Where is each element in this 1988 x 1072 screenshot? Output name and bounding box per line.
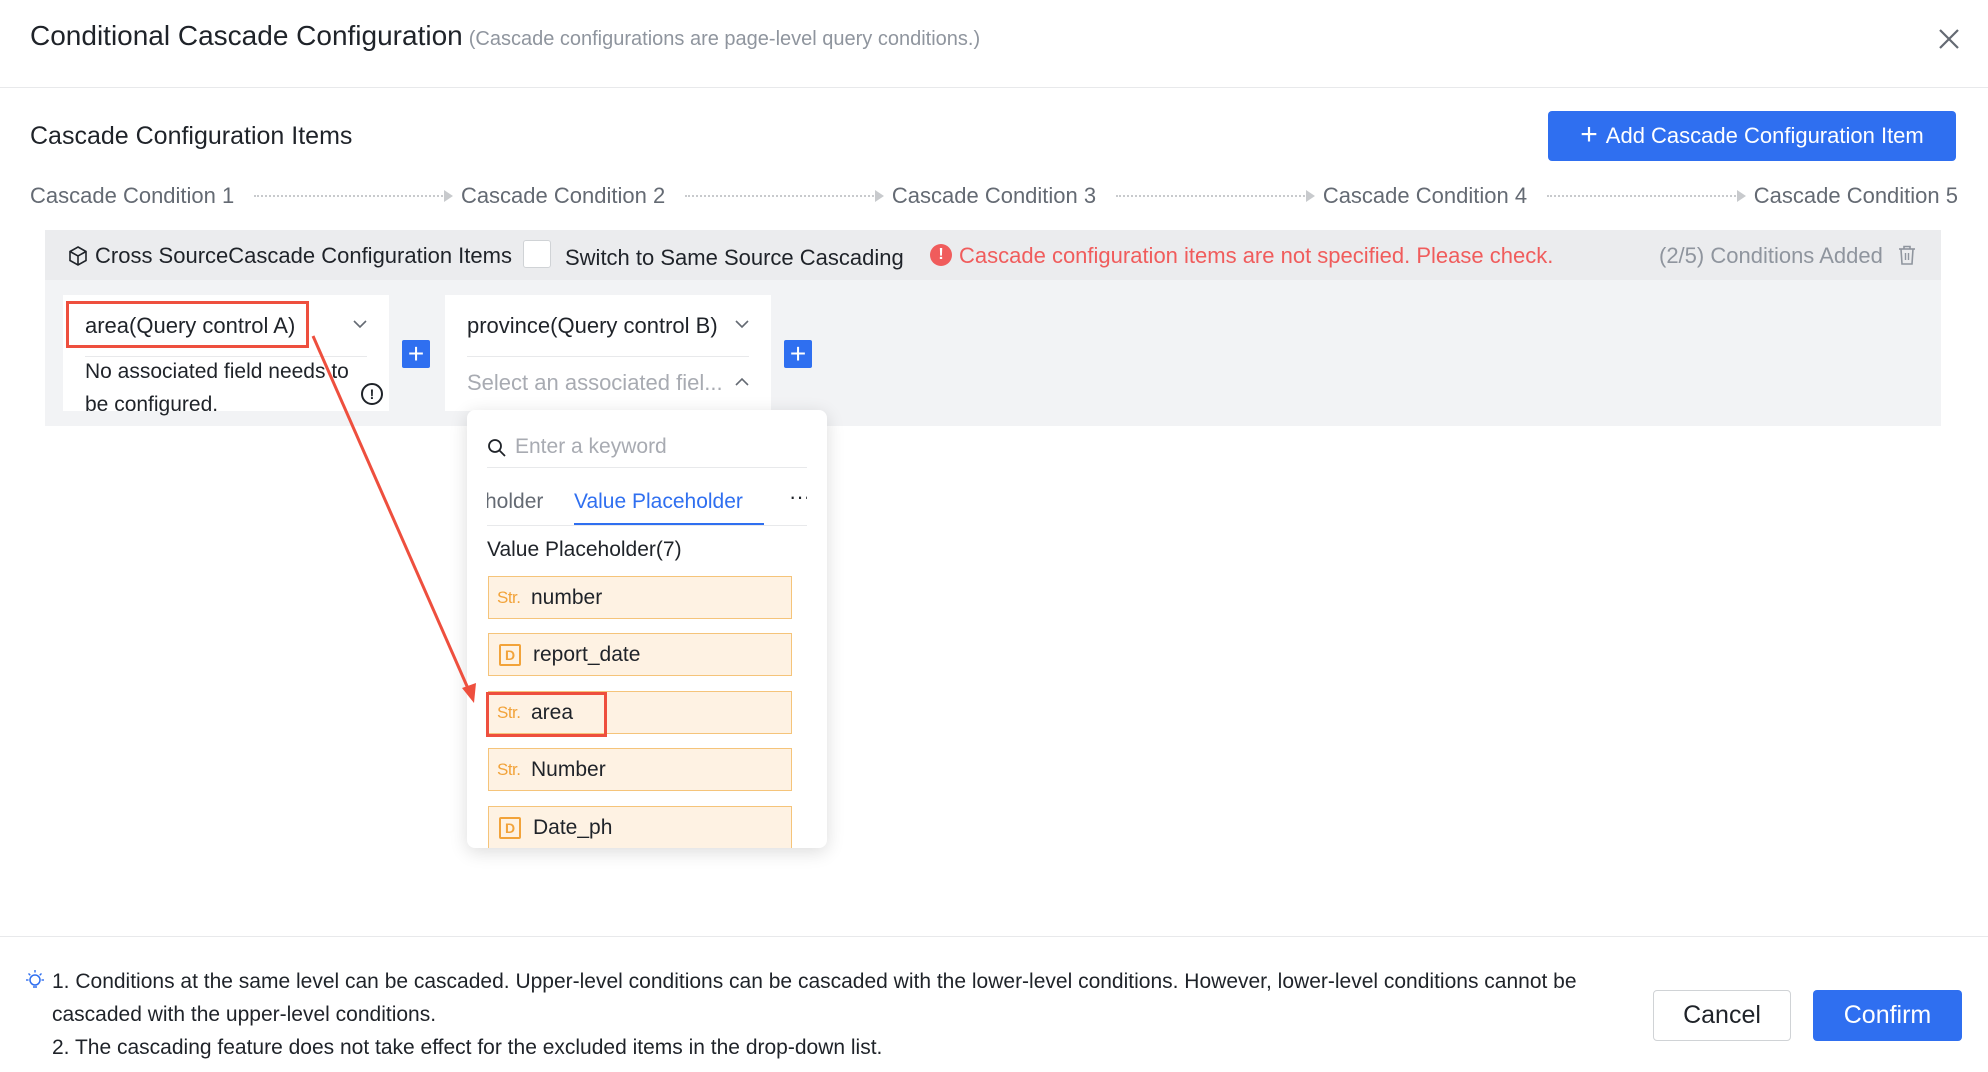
cancel-button[interactable]: Cancel <box>1653 990 1791 1041</box>
lightbulb-icon <box>26 970 44 988</box>
tips-text: 1. Conditions at the same level can be c… <box>52 965 1662 1064</box>
annotation-box-field <box>486 692 607 737</box>
cube-icon <box>69 246 87 266</box>
chevron-down-icon[interactable] <box>733 315 751 333</box>
string-type-icon: Str. <box>497 587 521 607</box>
annotation-box-control <box>66 301 309 348</box>
associated-field-select[interactable]: Select an associated fiel... <box>467 370 723 396</box>
chevron-down-icon[interactable] <box>351 315 369 333</box>
step-connector <box>1116 190 1315 202</box>
field-dropdown: holder Value Placeholder ··· Value Place… <box>467 410 827 848</box>
active-tab-indicator <box>574 523 764 525</box>
field-item[interactable]: Str. number <box>488 576 792 619</box>
date-type-icon: D <box>499 643 521 666</box>
keyword-search-input[interactable] <box>515 432 795 462</box>
dialog-header: Conditional Cascade Configuration (Cascad… <box>0 0 1988 88</box>
add-cascade-item-label: Add Cascade Configuration Item <box>1605 123 1924 148</box>
same-source-checkbox[interactable] <box>523 240 551 268</box>
add-condition-button[interactable]: + <box>784 340 812 368</box>
confirm-button[interactable]: Confirm <box>1813 990 1962 1041</box>
info-icon[interactable]: ! <box>361 383 383 405</box>
field-name: report_date <box>533 642 641 666</box>
more-tabs-button[interactable]: ··· <box>789 484 807 510</box>
step-1: Cascade Condition 1 <box>30 183 235 208</box>
step-5: Cascade Condition 5 <box>1753 183 1958 208</box>
add-cascade-item-button[interactable]: + Add Cascade Configuration Item <box>1548 111 1956 161</box>
cascade-config-panel: Cross SourceCascade Configuration Items … <box>45 230 1941 426</box>
section-title: Cascade Configuration Items <box>30 122 353 150</box>
plus-icon: + <box>789 338 807 369</box>
config-header: Cross SourceCascade Configuration Items … <box>45 230 1941 280</box>
step-4: Cascade Condition 4 <box>1322 183 1528 208</box>
card-divider <box>467 356 749 357</box>
query-control-select[interactable]: province(Query control B) <box>467 313 718 339</box>
field-name: Number <box>531 757 606 781</box>
conditions-count: (2/5) Conditions Added <box>1659 243 1883 268</box>
dialog-subtitle: (Cascade configurations are page-level q… <box>468 28 981 50</box>
condition-card-2: province(Query control B) Select an asso… <box>445 295 771 411</box>
field-name: number <box>531 585 603 609</box>
dialog-title: Conditional Cascade Configuration (Cascad… <box>30 20 980 52</box>
cascade-steps: Cascade Condition 1 Cascade Condition 2 … <box>30 181 1958 211</box>
trash-icon[interactable] <box>1897 244 1917 266</box>
field-item[interactable]: D report_date <box>488 633 792 676</box>
date-type-icon: D <box>499 816 521 839</box>
no-field-note: No associated field needs to be configur… <box>85 360 349 416</box>
field-name: Date_ph <box>533 815 613 839</box>
close-button[interactable] <box>1934 24 1964 54</box>
chevron-up-icon[interactable] <box>733 373 751 391</box>
dialog-title-text: Conditional Cascade Configuration <box>30 20 463 51</box>
string-type-icon: Str. <box>497 759 521 779</box>
step-connector <box>1547 190 1746 202</box>
error-message: Cascade configuration items are not spec… <box>959 243 1554 268</box>
group-label: Value Placeholder(7) <box>487 538 682 561</box>
step-connector <box>685 190 884 202</box>
config-label: Cross SourceCascade Configuration Items <box>95 243 512 268</box>
same-source-label[interactable]: Switch to Same Source Cascading <box>565 245 904 271</box>
tab-placeholder[interactable]: holder <box>487 490 543 514</box>
dropdown-tabs: holder Value Placeholder ··· <box>487 476 807 526</box>
step-connector <box>254 190 453 202</box>
tip-1: 1. Conditions at the same level can be c… <box>52 970 1577 1026</box>
error-icon: ! <box>930 244 952 266</box>
tab-value-placeholder[interactable]: Value Placeholder <box>574 490 743 514</box>
step-3: Cascade Condition 3 <box>891 183 1097 208</box>
dropdown-search <box>487 428 807 468</box>
dialog-footer: 1. Conditions at the same level can be c… <box>0 936 1988 1072</box>
search-icon <box>488 439 506 457</box>
field-item[interactable]: D Date_ph <box>488 806 792 848</box>
field-item[interactable]: Str. Number <box>488 748 792 791</box>
plus-icon: + <box>1580 117 1598 151</box>
tip-2: 2. The cascading feature does not take e… <box>52 1036 883 1059</box>
step-2: Cascade Condition 2 <box>460 183 666 208</box>
plus-icon: + <box>407 338 425 369</box>
close-icon <box>1939 29 1959 49</box>
add-condition-button[interactable]: + <box>402 340 430 368</box>
